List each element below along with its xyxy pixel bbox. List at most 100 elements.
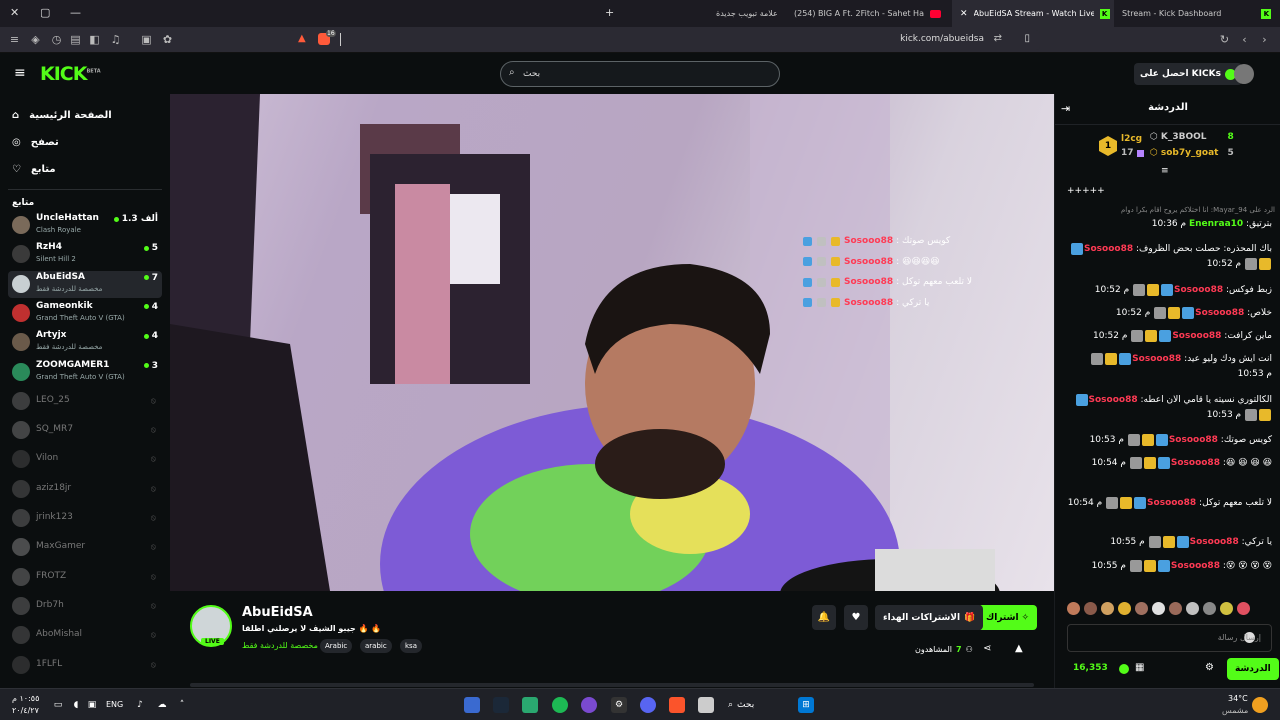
chat-message[interactable]: يا تركي: Sosooo88 10:55 م <box>1067 535 1272 550</box>
language-indicator[interactable]: ENG <box>106 700 123 709</box>
leaderboard-entry[interactable]: ⬡ sob7y_goat 5 <box>1150 148 1234 158</box>
minimize-window-icon[interactable]: — <box>70 6 81 19</box>
sidebar-channel[interactable]: AboMishal ⦸ <box>8 622 162 649</box>
app-icon[interactable] <box>522 697 538 713</box>
sidebar-channel[interactable]: aziz18jr ⦸ <box>8 476 162 503</box>
streamer-name[interactable]: AbuEidSA <box>242 605 313 620</box>
chat-input[interactable]: إرسال رسالة <box>1067 624 1272 652</box>
emote-icon[interactable] <box>1067 602 1080 615</box>
message-username[interactable]: Sosooo88 <box>1171 458 1220 468</box>
subscribe-button[interactable]: اشتراك ✧ <box>978 605 1038 630</box>
emote-icon[interactable] <box>1101 602 1114 615</box>
send-chat-button[interactable]: الدردشة <box>1227 658 1279 680</box>
get-kicks-button[interactable]: احصل على KICKs <box>1134 63 1242 85</box>
close-window-icon[interactable]: ✕ <box>10 6 19 19</box>
message-username[interactable]: Sosooo88 <box>1190 537 1239 547</box>
message-username[interactable]: Sosooo88 <box>1172 331 1221 341</box>
notification-icon[interactable]: ▭ <box>50 697 66 713</box>
sidebar-channel[interactable]: RzH4 Silent Hill 2 5 <box>8 241 162 268</box>
emote-icon[interactable] <box>1237 602 1250 615</box>
share-icon[interactable]: ⋖ <box>983 643 991 654</box>
message-username[interactable]: Sosooo88 <box>1169 435 1218 445</box>
steam-icon[interactable] <box>493 697 509 713</box>
network-icon[interactable]: ▣ <box>84 697 100 713</box>
message-username[interactable]: Sosooo88 <box>1132 354 1181 364</box>
chat-message[interactable]: 😆 😆 😆 😆: Sosooo88 10:54 م <box>1067 456 1272 471</box>
chevron-up-icon[interactable]: ˄ <box>174 697 190 713</box>
message-username[interactable]: Enenraa10 <box>1189 219 1243 229</box>
nav-home[interactable]: ⌂ الصفحة الرئيسية <box>12 106 112 124</box>
chat-message[interactable]: لا تلعب معهم توكل: Sosooo88 10:54 م <box>1067 496 1272 511</box>
volume-icon[interactable]: ◖ <box>68 697 84 713</box>
stream-category[interactable]: مخصصة للدردشة فقط <box>242 641 318 650</box>
hamburger-menu-icon[interactable]: ≡ <box>14 65 26 81</box>
sidebar-channel[interactable]: SQ_MR7 ⦸ <box>8 417 162 444</box>
sidebar-icon[interactable]: ◧ <box>88 33 101 46</box>
emote-icon[interactable] <box>1152 602 1165 615</box>
reload-icon[interactable]: ↻ <box>1218 33 1231 46</box>
kicks-balance[interactable]: 16,353 <box>1073 663 1108 673</box>
cloud-icon[interactable]: ☁ <box>154 697 170 713</box>
message-username[interactable]: Sosooo88 <box>1089 395 1138 405</box>
expand-leaderboard-icon[interactable]: ≡ <box>1161 166 1169 176</box>
new-tab-icon[interactable]: + <box>605 6 614 19</box>
clock-time[interactable]: ١٠:٥٥ م <box>12 694 39 703</box>
chat-message[interactable]: 😵 😵 😵 😵: Sosooo88 10:55 م <box>1067 559 1272 574</box>
message-username[interactable]: Sosooo88 <box>1147 498 1196 508</box>
chat-message[interactable]: خلاص: Sosooo88 10:52 م <box>1067 306 1272 321</box>
leaderboard-entry[interactable]: 17 <box>1121 148 1144 158</box>
sidebar-channel[interactable]: Drb7h ⦸ <box>8 593 162 620</box>
tab-dashboard[interactable]: Stream - Kick Dashboard K <box>1120 0 1280 27</box>
tag-chip[interactable]: arabic <box>360 639 392 653</box>
weather-desc[interactable]: مشمس <box>1222 706 1248 715</box>
tab-youtube[interactable]: (254) BIG A Ft. 2Fitch - Sahet Harb/... <box>790 0 950 27</box>
windows-start-icon[interactable]: ⊞ <box>798 697 814 713</box>
sidebar-channel[interactable]: Gameonkik Grand Theft Auto V (GTA) 4 <box>8 300 162 327</box>
settings-gear-icon[interactable]: ⚙ <box>1205 662 1214 673</box>
chat-message[interactable]: كويس صوتك: Sosooo88 10:53 م <box>1067 433 1272 448</box>
store-icon[interactable]: ▦ <box>1135 662 1144 673</box>
sidebar-channel[interactable]: jrink123 ⦸ <box>8 505 162 532</box>
wallet-icon[interactable]: ▣ <box>140 33 153 46</box>
gift-subs-button[interactable]: الاشتراكات الهداء 🎁 <box>875 605 984 630</box>
follow-heart-button[interactable]: ♥ <box>844 605 868 630</box>
taskbar-search[interactable]: ⌕ بحث <box>728 695 788 715</box>
search-input[interactable]: ⌕ بحث <box>500 61 780 87</box>
app-icon[interactable] <box>464 697 480 713</box>
chat-message[interactable]: باك المحذره: حصلت بحض الظروف: Sosooo88 1… <box>1067 242 1272 272</box>
emote-icon[interactable] <box>1118 602 1131 615</box>
emote-icon[interactable] <box>1186 602 1199 615</box>
message-username[interactable]: Sosooo88 <box>1174 285 1223 295</box>
sidebar-channel[interactable]: MaxGamer ⦸ <box>8 534 162 561</box>
message-username[interactable]: Sosooo88 <box>1195 308 1244 318</box>
tab-new[interactable]: علامة تبويب جديدة <box>690 0 790 27</box>
scrollbar-track[interactable] <box>190 683 1034 687</box>
leaderboard-entry[interactable]: l2cg <box>1121 134 1142 144</box>
chat-message[interactable]: انت ايش ودك وليو عيد: Sosooo88 10:53 م <box>1067 352 1272 382</box>
chat-message[interactable]: بترتيق: Enenraa10 10:36 م <box>1067 217 1272 232</box>
tag-chip[interactable]: ksa <box>400 639 422 653</box>
chat-message[interactable]: زبط فوكس: Sosooo88 10:52 م <box>1067 283 1272 298</box>
discord-icon[interactable] <box>640 697 656 713</box>
address-bar[interactable]: ▲ 16 kick.com/abueidsa ⇄ ▯ <box>290 30 1040 50</box>
microphone-icon[interactable]: ♪ <box>132 697 148 713</box>
brave-rewards-icon[interactable]: ▲ <box>298 33 306 44</box>
bookmark-icon[interactable]: ▯ <box>1024 33 1030 44</box>
emote-icon[interactable] <box>1203 602 1216 615</box>
app-icon[interactable] <box>581 697 597 713</box>
kick-logo[interactable]: KICKBETA <box>40 63 101 85</box>
sidebar-channel[interactable]: 1FLFL ⦸ <box>8 652 162 679</box>
sidebar-channel[interactable]: FROTZ ⦸ <box>8 564 162 591</box>
forward-icon[interactable]: › <box>1258 33 1271 46</box>
menu-icon[interactable]: ≡ <box>8 33 21 46</box>
emote-icon[interactable] <box>1220 602 1233 615</box>
sidebar-channel[interactable]: Vilon ⦸ <box>8 446 162 473</box>
site-settings-icon[interactable]: ⇄ <box>994 33 1002 44</box>
tab-abueidsa[interactable]: ✕ AbuEidSA Stream - Watch Live o... K <box>952 0 1114 27</box>
sidebar-channel[interactable]: AbuEidSA مخصصة للدردشة فقط 7 <box>8 270 162 298</box>
notification-button[interactable]: 🔔 <box>812 605 836 630</box>
tabs-icon[interactable]: ▤ <box>69 33 82 46</box>
sidebar-channel[interactable]: ZOOMGAMER1 Grand Theft Auto V (GTA) 3 <box>8 359 162 386</box>
emote-icon[interactable] <box>1169 602 1182 615</box>
music-icon[interactable]: ♫ <box>109 33 122 46</box>
